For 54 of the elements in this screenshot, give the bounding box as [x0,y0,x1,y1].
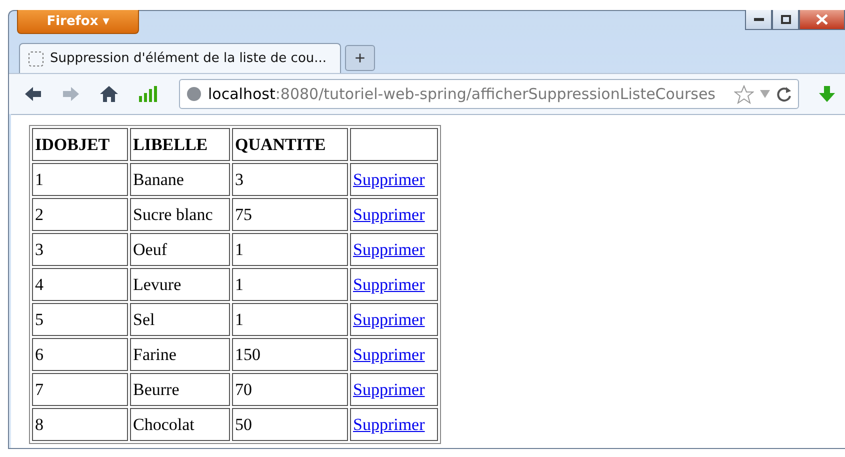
table-cell: 6 [32,338,128,371]
tab-title: Suppression d'élément de la liste de cou... [50,51,327,66]
maximize-button[interactable] [772,10,799,30]
table-cell: Levure [130,268,230,301]
table-cell: 50 [232,408,348,441]
delete-link[interactable]: Supprimer [353,344,425,364]
back-icon[interactable] [23,84,43,104]
table-cell: Banane [130,163,230,196]
star-icon[interactable] [734,84,754,104]
new-tab-button[interactable]: + [345,45,375,71]
table-cell: Beurre [130,373,230,406]
close-button[interactable] [799,10,845,30]
table-cell: 1 [232,233,348,266]
table-cell: Sel [130,303,230,336]
minimize-icon [754,18,764,22]
delete-link[interactable]: Supprimer [353,204,425,224]
delete-link[interactable]: Supprimer [353,380,425,398]
table-cell: 4 [32,268,128,301]
download-arrow-icon[interactable] [817,84,837,104]
signal-bars-icon[interactable] [137,84,157,104]
column-header: QUANTITE [232,128,348,161]
column-header: IDOBJET [32,128,128,161]
table-cell: 1 [232,303,348,336]
url-text: localhost:8080/tutoriel-web-spring/afficherSuppressionListeCourses [208,85,716,103]
table-cell: 7 [32,373,128,406]
page-icon [28,50,44,66]
delete-link[interactable]: Supprimer [353,170,425,188]
delete-link[interactable]: Supprimer [353,414,425,434]
table-cell: 150 [232,338,348,371]
table-cell: 8 [32,408,128,441]
table-cell: 3 [232,163,348,196]
table-cell: 3 [32,233,128,266]
delete-link[interactable]: Supprimer [353,274,425,294]
table-cell: 1 [232,268,348,301]
table-cell: 1 [32,163,128,196]
address-bar[interactable]: localhost:8080/tutoriel-web-spring/afficherSuppressionListeCourses [179,79,799,109]
table-cell: Chocolat [130,408,230,441]
home-icon[interactable] [99,84,119,104]
table-cell: 5 [32,303,128,336]
browser-tab[interactable]: Suppression d'élément de la liste de cou... [19,43,341,73]
column-header: LIBELLE [130,128,230,161]
maximize-icon [780,15,790,24]
table-cell: 75 [232,198,348,231]
delete-link[interactable]: Supprimer [353,310,425,328]
table-cell: 2 [32,198,128,231]
globe-icon [186,86,202,102]
close-icon [816,14,828,25]
table-cell: 70 [232,373,348,406]
delete-link[interactable]: Supprimer [353,240,425,258]
minimize-button[interactable] [745,10,772,30]
table-cell: Farine [130,338,230,371]
table-cell: Sucre blanc [130,198,230,231]
table-cell: Oeuf [130,233,230,266]
reload-icon[interactable] [776,86,792,102]
